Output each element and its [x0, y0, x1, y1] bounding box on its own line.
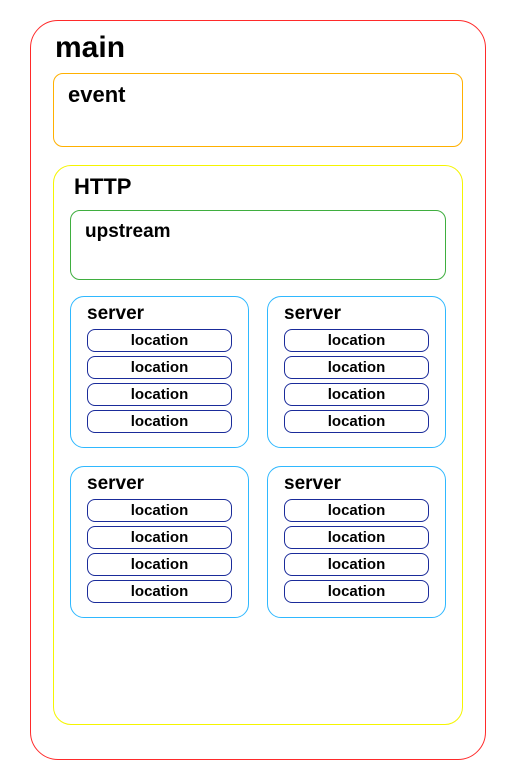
location-block: location	[87, 383, 232, 406]
server-context: server location location location locati…	[70, 466, 249, 618]
main-context: main event HTTP upstream server location…	[30, 20, 486, 760]
location-block: location	[284, 580, 429, 603]
location-block: location	[284, 329, 429, 352]
location-block: location	[284, 526, 429, 549]
location-block: location	[284, 553, 429, 576]
location-block: location	[284, 410, 429, 433]
event-context: event	[53, 73, 463, 147]
server-label: server	[87, 473, 238, 495]
upstream-label: upstream	[85, 221, 431, 243]
location-block: location	[284, 356, 429, 379]
location-block: location	[87, 410, 232, 433]
location-block: location	[87, 499, 232, 522]
server-context: server location location location locati…	[70, 296, 249, 448]
location-block: location	[87, 356, 232, 379]
location-block: location	[87, 553, 232, 576]
server-grid: server location location location locati…	[70, 296, 446, 618]
location-block: location	[87, 329, 232, 352]
location-block: location	[87, 526, 232, 549]
server-context: server location location location locati…	[267, 466, 446, 618]
location-block: location	[284, 383, 429, 406]
http-context: HTTP upstream server location location l…	[53, 165, 463, 725]
upstream-context: upstream	[70, 210, 446, 280]
http-label: HTTP	[74, 174, 448, 200]
location-block: location	[87, 580, 232, 603]
server-label: server	[87, 303, 238, 325]
main-label: main	[55, 31, 467, 65]
server-label: server	[284, 473, 435, 495]
server-context: server location location location locati…	[267, 296, 446, 448]
server-label: server	[284, 303, 435, 325]
location-block: location	[284, 499, 429, 522]
event-label: event	[68, 82, 448, 108]
